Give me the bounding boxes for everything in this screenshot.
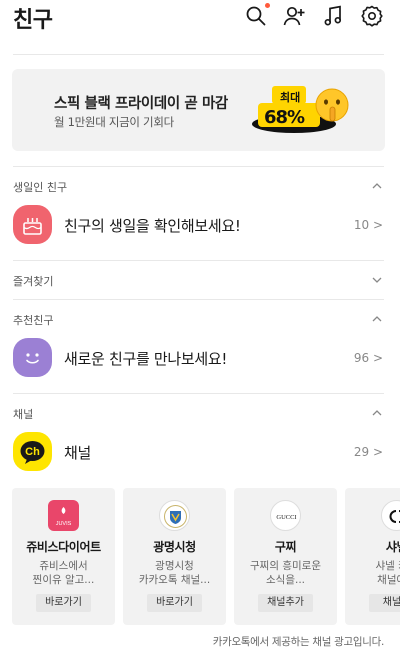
banner-subtitle: 월 1만원대 지금이 기회다 [54,115,174,129]
channel-card[interactable]: JUVIS 쥬비스다이어트 쥬비스에서 찐이유 알고... 바로가기 [12,488,115,625]
channel-card-name: 쥬비스다이어트 [26,540,101,554]
chevron-up-icon[interactable] [370,406,384,420]
recommended-row-label: 새로운 친구를 만나보세요! [64,350,228,368]
page-title: 친구 [13,8,53,33]
chanel-logo [381,500,400,531]
juvis-logo: JUVIS [48,500,79,531]
channel-card-button[interactable]: 바로가기 [147,594,202,612]
recommended-count: 96 > [353,351,383,365]
gucci-logo: GUCCI [270,500,301,531]
channel-card[interactable]: GUCCI 구찌 구찌의 흥미로운 소식을... 채널추가 [234,488,337,625]
channel-card-button[interactable]: 채널추 [369,594,400,612]
cake-icon [13,205,52,244]
channel-icon-text: Ch [25,446,40,458]
divider [13,393,384,394]
chevron-up-icon[interactable] [370,312,384,326]
search-icon[interactable] [244,3,270,28]
gwangmyeong-emblem-icon [159,500,190,531]
chevron-down-icon[interactable] [370,273,384,287]
channel-card-carousel[interactable]: JUVIS 쥬비스다이어트 쥬비스에서 찐이유 알고... 바로가기 광명시청 … [12,488,400,625]
birthday-row-label: 친구의 생일을 확인해보세요! [64,217,241,235]
divider [13,54,384,55]
divider [13,166,384,167]
badge-label: 최대 [280,91,301,104]
smile-face-icon [13,338,52,377]
notification-dot [265,3,270,8]
badge-percent: 68% [264,107,305,128]
channel-card-desc: 쥬비스에서 찐이유 알고... [32,560,95,586]
channel-card-button[interactable]: 바로가기 [36,594,91,612]
channel-card-desc: 광명시청 카카오톡 채널... [138,560,211,586]
music-icon[interactable] [322,4,346,28]
channel-card-name: 광명시청 [153,540,196,554]
settings-icon[interactable] [360,4,384,28]
banner-title: 스픽 블랙 프라이데이 곧 마감 [54,96,228,112]
channel-card-name: 구찌 [274,540,297,554]
divider [13,260,384,261]
section-label-favorites: 즐겨찾기 [13,275,54,288]
kakao-channel-icon: Ch [13,432,52,471]
juvis-logo-text: JUVIS [56,521,72,527]
header: 친구 [0,0,400,34]
channel-card[interactable]: 광명시청 광명시청 카카오톡 채널... 바로가기 [123,488,226,625]
channels-count: 29 > [353,445,383,459]
channel-card-desc: 구찌의 흥미로운 소식을... [250,560,321,586]
section-label-channels: 채널 [13,408,34,421]
section-label-recommended: 추천친구 [13,314,54,327]
add-friend-icon[interactable] [282,4,306,28]
banner-discount-badge: 최대 68% [252,83,352,141]
birthday-count: 10 > [353,218,383,232]
channel-card-desc: 샤넬 카카 채널에서 [375,560,400,586]
channel-card-name: 샤넬 [385,540,400,554]
channel-card[interactable]: 샤넬 샤넬 카카 채널에서 채널추 [345,488,400,625]
ad-banner[interactable]: 스픽 블랙 프라이데이 곧 마감 월 1만원대 지금이 기회다 최대 68% [12,69,385,151]
section-label-birthday: 생일인 친구 [13,181,68,194]
gucci-logo-text: GUCCI [276,514,296,521]
chevron-up-icon[interactable] [370,179,384,193]
channel-card-button[interactable]: 채널추가 [258,594,313,612]
channel-ad-notice: 카카오톡에서 제공하는 채널 광고입니다. [212,636,385,648]
channels-row-label: 채널 [64,444,92,462]
divider [13,299,384,300]
